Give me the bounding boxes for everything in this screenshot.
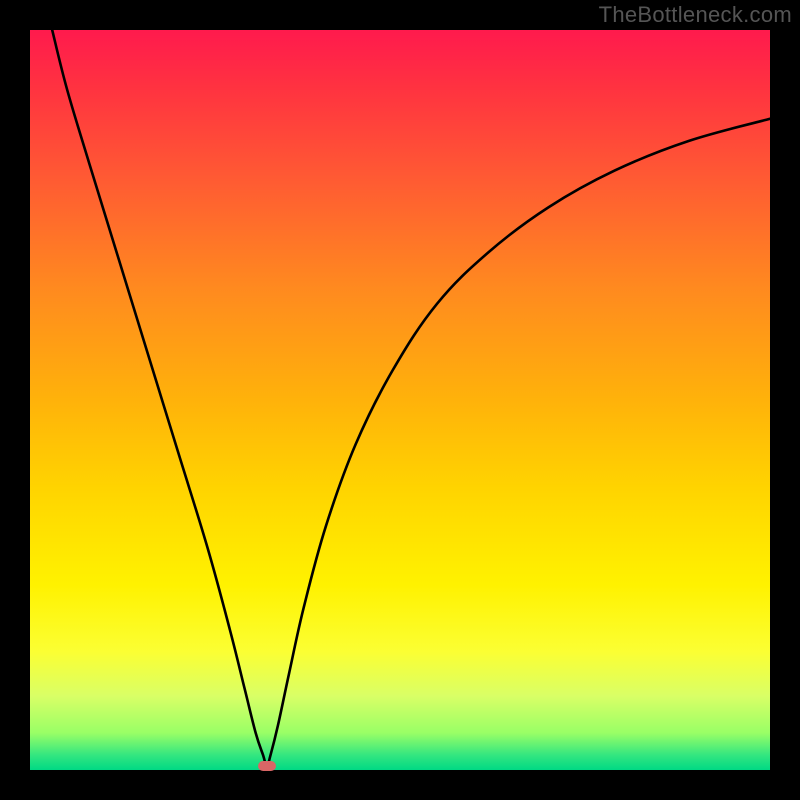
bottleneck-marker: [258, 761, 276, 771]
chart-frame: TheBottleneck.com: [0, 0, 800, 800]
plot-area: [30, 30, 770, 770]
bottleneck-curve: [52, 30, 770, 766]
curve-svg: [30, 30, 770, 770]
watermark-label: TheBottleneck.com: [599, 2, 792, 28]
